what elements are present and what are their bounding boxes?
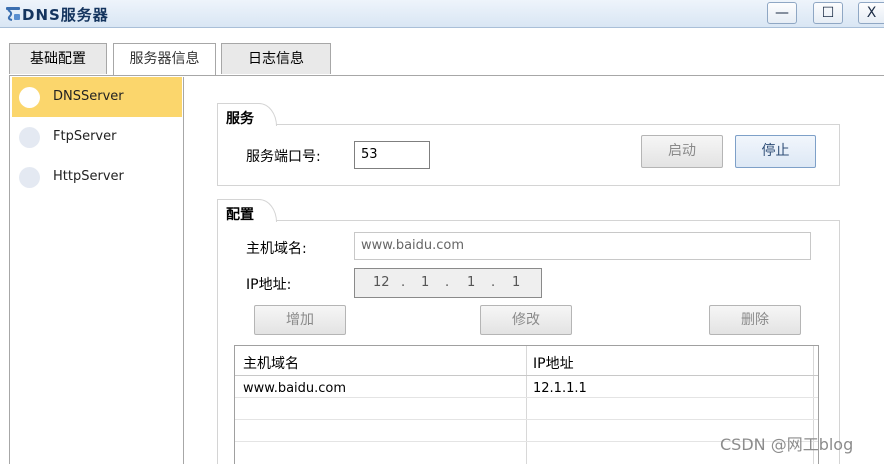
- config-group-title: 配置: [226, 207, 254, 223]
- ip-octet-3: 1: [467, 275, 476, 290]
- service-group-tab: 服务: [217, 103, 277, 127]
- watermark-text: CSDN @网工blog: [720, 435, 854, 454]
- minimize-button[interactable]: —: [767, 2, 797, 24]
- ip-dot: .: [491, 275, 496, 290]
- ip-label: IP地址:: [246, 277, 292, 293]
- domain-input[interactable]: www.baidu.com: [354, 232, 811, 260]
- tab-log-info[interactable]: 日志信息: [221, 43, 331, 74]
- table-cell-ip[interactable]: 12.1.1.1: [533, 381, 587, 396]
- row-divider: [235, 397, 818, 398]
- table-cell-domain[interactable]: www.baidu.com: [243, 381, 346, 396]
- header-divider: [235, 375, 818, 376]
- ip-dot: .: [401, 275, 406, 290]
- title-bar: DNS服务器 — ☐ X: [0, 0, 884, 28]
- column-header-ip[interactable]: IP地址: [533, 353, 574, 373]
- service-group-title: 服务: [226, 111, 254, 127]
- server-dot-icon: [19, 87, 40, 108]
- edit-button[interactable]: 修改: [480, 305, 572, 335]
- server-dot-icon: [19, 167, 40, 188]
- window-title: DNS服务器: [22, 6, 109, 24]
- ip-dot: .: [445, 275, 450, 290]
- sidebar-item-httpserver[interactable]: HttpServer: [12, 157, 182, 197]
- port-input[interactable]: 53: [354, 141, 430, 169]
- config-group-tab: 配置: [217, 199, 277, 223]
- close-button[interactable]: X: [858, 2, 884, 24]
- delete-button[interactable]: 删除: [709, 305, 801, 335]
- tab-server-info[interactable]: 服务器信息: [113, 43, 216, 76]
- add-button[interactable]: 增加: [254, 305, 346, 335]
- maximize-button[interactable]: ☐: [813, 2, 843, 24]
- server-dot-icon: [19, 127, 40, 148]
- ip-octet-2: 1: [421, 275, 430, 290]
- column-header-domain[interactable]: 主机域名: [243, 353, 299, 373]
- sidebar-item-label: DNSServer: [53, 89, 124, 104]
- row-divider: [235, 419, 818, 420]
- stop-button[interactable]: 停止: [735, 135, 816, 168]
- dns-server-icon: [6, 7, 20, 21]
- column-divider: [526, 346, 527, 464]
- tab-basic-config[interactable]: 基础配置: [9, 43, 107, 74]
- start-button[interactable]: 启动: [641, 135, 723, 168]
- ip-octet-1: 12: [373, 275, 390, 290]
- sidebar-item-label: FtpServer: [53, 129, 117, 144]
- sidebar-item-label: HttpServer: [53, 169, 124, 184]
- domain-label: 主机域名:: [246, 241, 307, 257]
- port-label: 服务端口号:: [246, 149, 321, 165]
- ip-octet-4: 1: [512, 275, 521, 290]
- ip-address-input[interactable]: 12 . 1 . 1 . 1: [354, 268, 542, 298]
- sidebar-item-dnsserver[interactable]: DNSServer: [12, 77, 182, 117]
- server-list-sidebar: DNSServer FtpServer HttpServer: [12, 77, 184, 464]
- sidebar-item-ftpserver[interactable]: FtpServer: [12, 117, 182, 157]
